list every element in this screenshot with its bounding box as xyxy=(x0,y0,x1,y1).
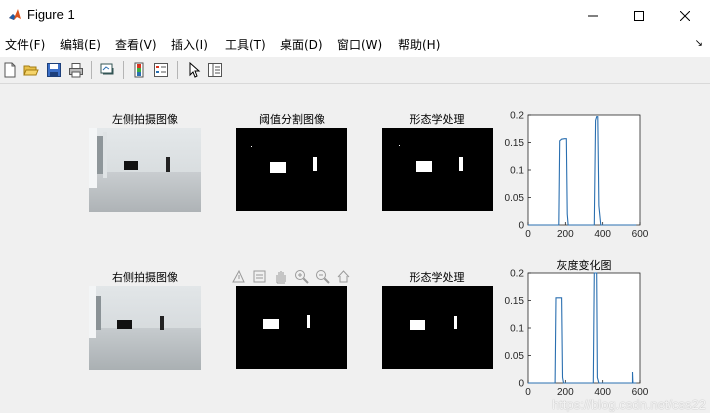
minimize-button[interactable] xyxy=(570,0,616,31)
y-tick-label: 0.15 xyxy=(505,138,525,149)
zoom-in-icon[interactable] xyxy=(291,267,311,285)
threshold-image-bottom xyxy=(236,286,347,369)
axes-toolbar xyxy=(228,267,353,285)
new-figure-icon[interactable] xyxy=(0,60,20,80)
left-camera-image xyxy=(89,128,201,212)
menu-tools[interactable]: 工具(T) xyxy=(225,36,266,53)
save-icon[interactable] xyxy=(44,60,64,80)
plot-area xyxy=(527,114,641,226)
close-button[interactable] xyxy=(662,0,708,31)
x-tick-label: 0 xyxy=(525,387,531,398)
chart-title: 灰度变化图 xyxy=(557,258,612,272)
toolbar-separator xyxy=(123,61,124,79)
menu-file[interactable]: 文件(F) xyxy=(5,36,45,53)
link-plot-icon[interactable] xyxy=(97,60,117,80)
menu-insert[interactable]: 插入(I) xyxy=(171,36,208,53)
maximize-icon xyxy=(634,10,644,21)
legend-icon[interactable] xyxy=(151,60,171,80)
y-tick-label: 0.1 xyxy=(510,324,524,335)
y-tick-label: 0.05 xyxy=(505,193,525,204)
window-title: Figure 1 xyxy=(27,7,75,22)
plot-area xyxy=(527,272,641,384)
morph-image-bottom xyxy=(382,286,493,369)
morph-image-top xyxy=(382,128,493,211)
figure-canvas: 左侧拍摄图像 阈值分割图像 形态学处理 0 200 400 600 0 0.05 0.1 0 xyxy=(0,84,710,413)
edit-plot-icon[interactable] xyxy=(184,60,204,80)
menu-window[interactable]: 窗口(W) xyxy=(337,36,382,53)
blob xyxy=(399,145,400,146)
morph-image-title-top: 形态学处理 xyxy=(409,113,465,126)
property-inspector-icon[interactable] xyxy=(205,60,225,80)
y-tick-label: 0.15 xyxy=(505,296,525,307)
maximize-button[interactable] xyxy=(616,0,662,31)
gray-profile-chart-top: 0 200 400 600 0 0.05 0.1 0.15 0.2 xyxy=(505,111,649,239)
menu-expand-arrow-icon[interactable]: ↘ xyxy=(695,38,703,49)
blob xyxy=(251,146,252,147)
blob xyxy=(410,320,425,330)
menu-edit[interactable]: 编辑(E) xyxy=(60,36,101,53)
blob xyxy=(459,157,463,171)
brush-icon[interactable] xyxy=(249,267,269,285)
print-icon[interactable] xyxy=(66,60,86,80)
minimize-icon xyxy=(588,15,598,16)
close-icon xyxy=(680,10,690,21)
y-tick-label: 0.2 xyxy=(510,111,524,122)
matlab-logo-icon xyxy=(9,9,21,20)
toolbar-separator xyxy=(91,61,92,79)
home-icon[interactable] xyxy=(333,267,353,285)
export-icon[interactable] xyxy=(228,267,248,285)
menu-help[interactable]: 帮助(H) xyxy=(398,36,440,53)
threshold-image-top xyxy=(236,128,347,211)
open-icon[interactable] xyxy=(21,60,41,80)
right-camera-image xyxy=(89,286,201,370)
blob xyxy=(416,161,432,172)
tool-bar xyxy=(0,57,710,84)
y-tick-label: 0 xyxy=(518,221,524,232)
blob xyxy=(263,319,279,329)
x-tick-label: 600 xyxy=(632,229,649,238)
toolbar-separator xyxy=(177,61,178,79)
watermark: https://blog.csdn.net/css22 xyxy=(552,397,706,412)
menu-bar: 文件(F) 编辑(E) 查看(V) 插入(I) 工具(T) 桌面(D) 窗口(W… xyxy=(0,31,710,57)
y-tick-label: 0.1 xyxy=(510,166,524,177)
threshold-image-title: 阈值分割图像 xyxy=(259,113,325,126)
y-tick-label: 0.05 xyxy=(505,351,525,362)
zoom-out-icon[interactable] xyxy=(312,267,332,285)
title-bar: Figure 1 xyxy=(0,0,710,32)
menu-view[interactable]: 查看(V) xyxy=(115,36,157,53)
x-tick-label: 0 xyxy=(525,229,531,238)
pan-icon[interactable] xyxy=(270,267,290,285)
menu-desktop[interactable]: 桌面(D) xyxy=(280,36,323,53)
blob xyxy=(307,315,310,328)
y-tick-label: 0 xyxy=(518,379,524,390)
gray-profile-chart-bottom: 灰度变化图0 200 400 60000.050.10.150.2 xyxy=(505,258,649,398)
left-image-title: 左侧拍摄图像 xyxy=(112,113,178,126)
morph-image-title-bottom: 形态学处理 xyxy=(409,271,465,284)
right-image-title: 右侧拍摄图像 xyxy=(112,271,178,284)
blob xyxy=(270,162,286,173)
colorbar-icon[interactable] xyxy=(129,60,149,80)
blob xyxy=(454,316,457,329)
blob xyxy=(313,157,317,171)
y-tick-label: 0.2 xyxy=(510,269,524,280)
x-tick-label: 200 xyxy=(557,229,574,238)
x-tick-label: 400 xyxy=(594,229,611,238)
